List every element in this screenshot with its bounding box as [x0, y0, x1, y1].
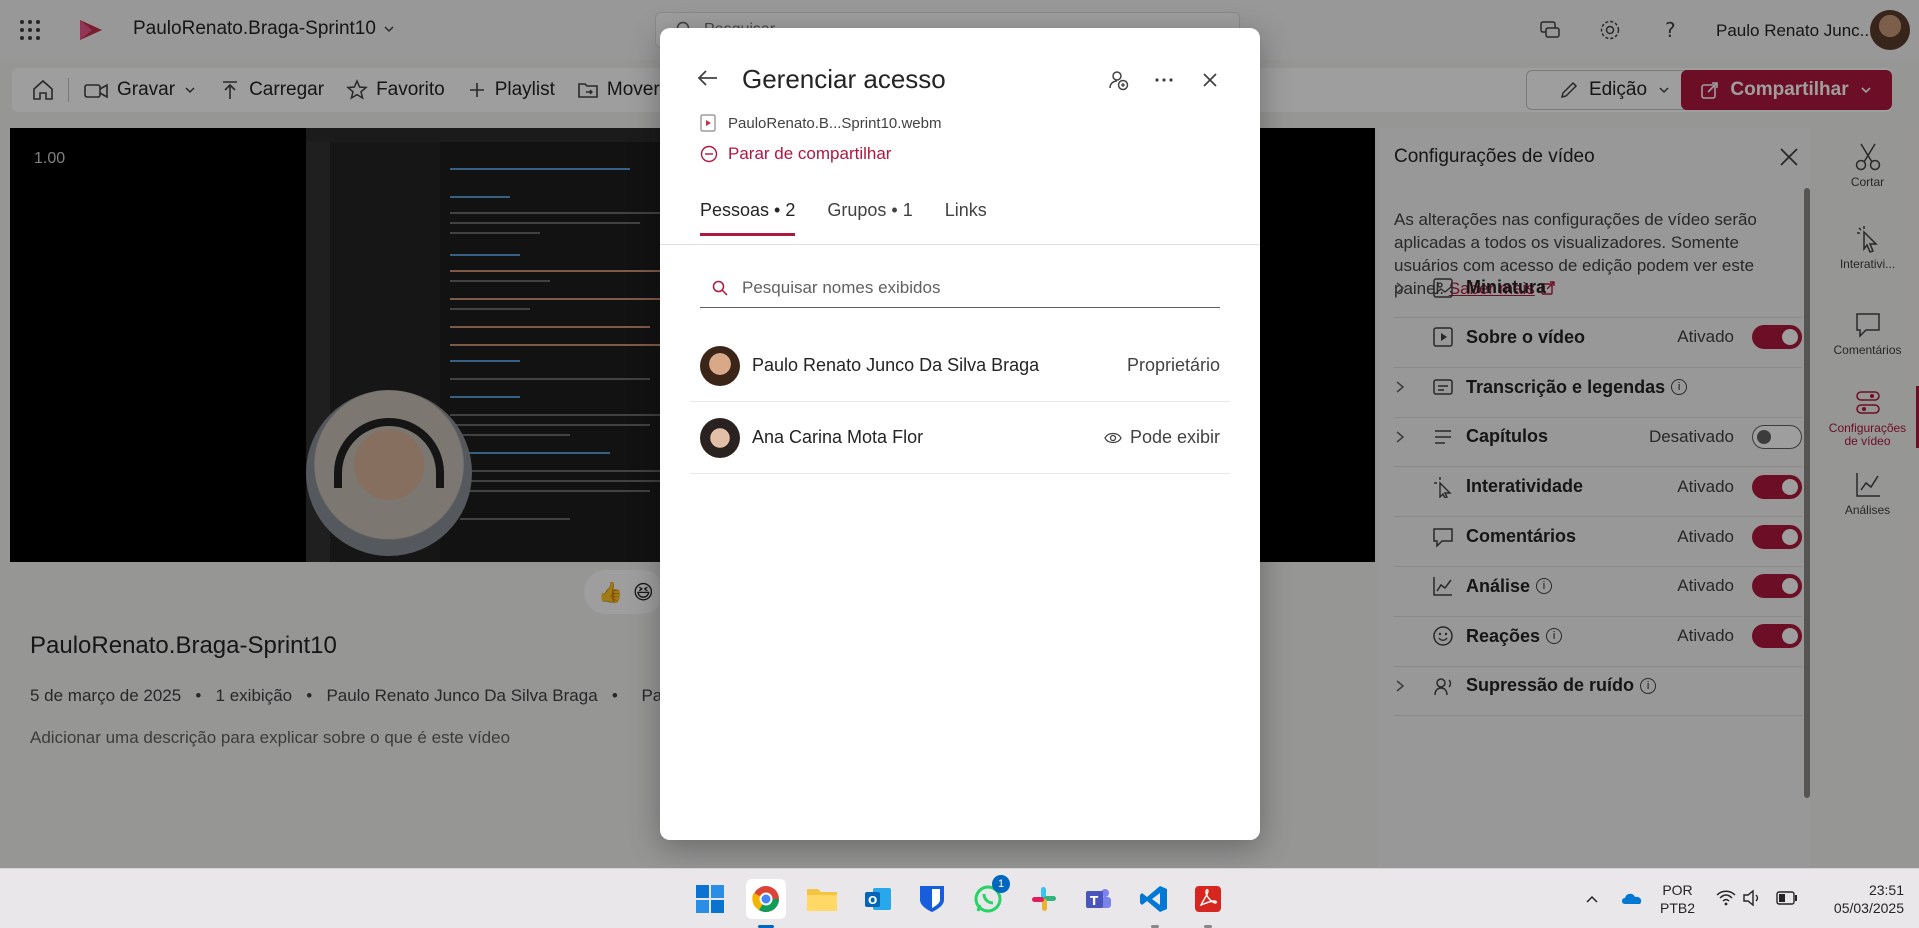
search-icon — [712, 280, 728, 296]
taskbar-outlook[interactable]: O — [858, 879, 898, 919]
chrome-icon — [751, 884, 781, 914]
minus-circle-icon — [700, 145, 718, 163]
shared-file: PauloRenato.B...Sprint10.webm — [700, 114, 941, 132]
clock-date: 05/03/2025 — [1833, 900, 1904, 916]
slack-icon — [1030, 885, 1058, 913]
wifi-icon[interactable] — [1716, 889, 1736, 907]
stop-sharing-link[interactable]: Parar de compartilhar — [700, 144, 891, 164]
pdf-icon — [1194, 885, 1222, 913]
list-item[interactable]: Ana Carina Mota Flor Pode exibir — [690, 402, 1230, 474]
chevron-up-icon[interactable] — [1584, 891, 1600, 907]
teams-icon: T — [1083, 884, 1113, 914]
windows-icon — [695, 884, 725, 914]
permission-dropdown[interactable]: Pode exibir — [1104, 427, 1220, 448]
tab-links[interactable]: Links — [945, 200, 987, 236]
person-role-label: Proprietário — [1126, 355, 1220, 375]
taskbar-bitwarden[interactable] — [912, 879, 952, 919]
taskbar-vscode[interactable] — [1134, 879, 1174, 919]
svg-text:T: T — [1090, 894, 1099, 908]
volume-icon[interactable] — [1742, 889, 1762, 907]
person-role: Proprietário — [1127, 355, 1220, 376]
file-name: PauloRenato.B...Sprint10.webm — [728, 114, 942, 132]
onedrive-icon[interactable] — [1620, 889, 1644, 907]
more-options-icon[interactable] — [1152, 68, 1176, 92]
vscode-icon — [1139, 884, 1169, 914]
back-arrow-icon[interactable] — [696, 66, 720, 90]
tabs-divider — [660, 244, 1260, 245]
people-search-input[interactable]: Pesquisar nomes exibidos — [700, 268, 1220, 308]
taskbar-whatsapp[interactable]: 1 — [968, 875, 1010, 919]
shield-icon — [918, 884, 946, 914]
language-indicator[interactable]: POR PTB2 — [1660, 881, 1695, 917]
person-role-label: Pode exibir — [1129, 427, 1220, 447]
battery-icon[interactable] — [1776, 891, 1798, 905]
avatar — [700, 417, 740, 458]
clock-time: 23:51 — [1868, 882, 1904, 898]
start-button[interactable] — [690, 879, 730, 919]
svg-text:O: O — [868, 894, 877, 907]
manage-access-dialog: Gerenciar acesso PauloRenato.B...Sprint1… — [660, 28, 1260, 840]
eye-icon — [1104, 431, 1122, 445]
taskbar-slack[interactable] — [1024, 879, 1064, 919]
modal-overlay[interactable]: Gerenciar acesso PauloRenato.B...Sprint1… — [0, 0, 1919, 868]
folder-icon — [806, 885, 838, 913]
dialog-title: Gerenciar acesso — [742, 64, 946, 94]
keyboard-layout: PTB2 — [1660, 900, 1696, 916]
taskbar-teams[interactable]: T — [1078, 879, 1118, 919]
avatar — [700, 345, 740, 386]
access-tabs: Pessoas • 2 Grupos • 1 Links — [700, 200, 987, 236]
video-file-icon — [700, 114, 716, 132]
close-icon[interactable] — [1198, 68, 1222, 92]
stop-sharing-label: Parar de compartilhar — [728, 144, 892, 163]
add-person-icon[interactable] — [1106, 68, 1130, 92]
taskbar-chrome[interactable] — [746, 879, 786, 919]
clock[interactable]: 23:51 05/03/2025 — [1814, 881, 1904, 917]
person-name: Ana Carina Mota Flor — [752, 427, 924, 447]
person-name: Paulo Renato Junco Da Silva Braga — [752, 355, 1040, 375]
taskbar-explorer[interactable] — [802, 879, 842, 919]
list-item[interactable]: Paulo Renato Junco Da Silva Braga Propri… — [690, 330, 1230, 402]
notification-badge: 1 — [992, 875, 1010, 893]
outlook-icon: O — [863, 884, 893, 914]
people-search-placeholder: Pesquisar nomes exibidos — [742, 277, 941, 297]
windows-taskbar: O 1 T POR PTB2 23:51 05/03/2025 — [0, 868, 1919, 928]
language-code: POR — [1662, 882, 1693, 898]
taskbar-acrobat[interactable] — [1188, 879, 1228, 919]
tab-groups[interactable]: Grupos • 1 — [827, 200, 912, 236]
tab-people[interactable]: Pessoas • 2 — [700, 200, 796, 236]
